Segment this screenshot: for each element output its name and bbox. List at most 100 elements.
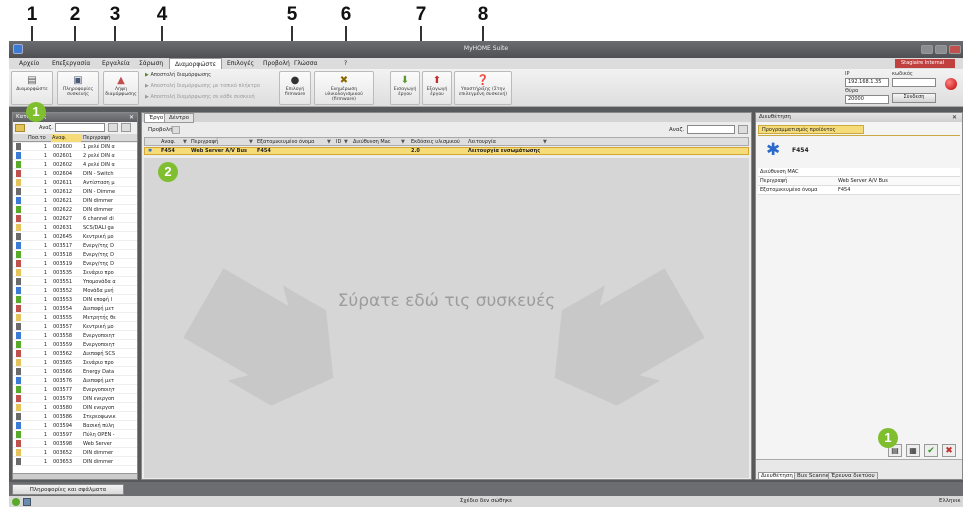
row-qty: 1 bbox=[43, 360, 47, 366]
table-row[interactable]: 1 002645 Κεντρική μο bbox=[13, 233, 137, 241]
table-row[interactable]: 1 003577 Ενεργοποιητ bbox=[13, 386, 137, 394]
device-info-button[interactable]: ▣ Πληροφορίες συσκευής bbox=[57, 71, 99, 105]
code-input[interactable] bbox=[892, 78, 936, 87]
pin-close-icon[interactable]: ✕ bbox=[129, 114, 134, 121]
view-icon[interactable] bbox=[172, 126, 180, 134]
table-row[interactable]: 1 003555 Μετρητής θε bbox=[13, 314, 137, 322]
import-project-button[interactable]: ⬇ Εισαγωγή έργου bbox=[390, 71, 420, 105]
table-row[interactable]: 1 003559 Ενεργοποιητ bbox=[13, 341, 137, 349]
table-row[interactable]: 1 002621 DIN dimmer bbox=[13, 197, 137, 205]
table-row[interactable]: 1 003653 DIN dimmer bbox=[13, 458, 137, 466]
row-desc: DIN - Switch bbox=[83, 171, 114, 177]
menu-view[interactable]: Προβολή bbox=[263, 60, 290, 67]
table-row[interactable]: 1 003554 Διεπαφή μετ bbox=[13, 305, 137, 313]
info-errors-button[interactable]: Πληροφορίες και σφάλματα bbox=[12, 484, 124, 495]
table-row[interactable]: 1 003594 Βασική πύλη bbox=[13, 422, 137, 430]
cancel-icon[interactable]: ✖ bbox=[942, 444, 956, 457]
clear-project-search-icon[interactable] bbox=[738, 125, 748, 134]
table-row[interactable]: 1 002627 6 channel di bbox=[13, 215, 137, 223]
table-row[interactable]: 1 003562 Διεπαφή SCS bbox=[13, 350, 137, 358]
row-desc: Κεντρική μο bbox=[83, 234, 114, 240]
folder-icon[interactable] bbox=[15, 124, 25, 132]
close-button[interactable] bbox=[949, 45, 961, 54]
menu-file[interactable]: Αρχείο bbox=[19, 60, 39, 67]
send-each-device-button[interactable]: ▶ Αποστολή διαμόρφωσης σε κάθε συσκευή bbox=[145, 94, 255, 100]
table-row[interactable]: 1 002602 4 ρελέ DIN α bbox=[13, 161, 137, 169]
table-row[interactable]: 1 003519 Ενεργ/της D bbox=[13, 260, 137, 268]
confirm-icon[interactable]: ✔ bbox=[924, 444, 938, 457]
web-server-icon: ✱ bbox=[766, 140, 781, 160]
property-row[interactable]: Διεύθυνση MAC bbox=[758, 168, 960, 177]
project-search-input[interactable] bbox=[687, 125, 735, 134]
connect-button[interactable]: Σύνδεση bbox=[892, 93, 936, 103]
table-row[interactable]: 1 003553 DIN εποφή Ι bbox=[13, 296, 137, 304]
paste-icon[interactable]: ▦ bbox=[906, 444, 920, 457]
tab-network-search[interactable]: Έρευνα δικτύου bbox=[828, 472, 878, 480]
table-row[interactable]: 1 002612 DIN - Dimme bbox=[13, 188, 137, 196]
view-label[interactable]: Προβολή bbox=[148, 127, 173, 133]
table-row[interactable]: 1 003579 DIN ενεργοπ bbox=[13, 395, 137, 403]
catalog-search-input[interactable] bbox=[55, 123, 105, 132]
table-row[interactable]: 1 003580 DIN ενεργοπ bbox=[13, 404, 137, 412]
menu-tools[interactable]: Εργαλεία bbox=[102, 60, 130, 67]
send-local-button[interactable]: ▶ Αποστολή διαμόρφωσης με τοπικό πλήκτρο bbox=[145, 83, 260, 89]
export-project-button[interactable]: ⬆ Εξαγωγή έργου bbox=[422, 71, 452, 105]
ip-input[interactable]: 192.168.1.35 bbox=[845, 78, 889, 87]
table-row[interactable]: 1 003566 Energy Data bbox=[13, 368, 137, 376]
maximize-button[interactable] bbox=[935, 45, 947, 54]
menu-configure[interactable]: Διαμορφώστε bbox=[169, 58, 223, 69]
catalog-hscrollbar[interactable] bbox=[13, 473, 137, 479]
tab-tree[interactable]: Δέντρο bbox=[164, 113, 194, 123]
row-qty: 1 bbox=[43, 342, 47, 348]
table-row[interactable]: 1 002611 Αντίσταση μ bbox=[13, 179, 137, 187]
table-row[interactable]: 1 003517 Ενεργ/της D bbox=[13, 242, 137, 250]
expand-icon[interactable] bbox=[121, 123, 131, 132]
property-row[interactable]: Εξατομικευμένο όνομα F454 bbox=[758, 186, 960, 195]
menu-edit[interactable]: Επεξεργασία bbox=[52, 60, 90, 67]
table-row[interactable]: 1 002622 DIN dimmer bbox=[13, 206, 137, 214]
table-row[interactable]: 1 002600 1 ρελέ DIN α bbox=[13, 143, 137, 151]
callout-4: 4 bbox=[156, 4, 168, 25]
menu-scan[interactable]: Σάρωση bbox=[139, 60, 163, 67]
firmware-update-button[interactable]: ✖ Ενημέρωση υλικολογισμικού (firmware) bbox=[314, 71, 374, 105]
table-row[interactable]: 1 002631 SCS/DALI ga bbox=[13, 224, 137, 232]
minimize-button[interactable] bbox=[921, 45, 933, 54]
table-row[interactable]: 1 003551 Υπομονάδα α bbox=[13, 278, 137, 286]
table-row[interactable]: 1 003518 Ενεργ/της D bbox=[13, 251, 137, 259]
table-row[interactable]: 1 003652 DIN dimmer bbox=[13, 449, 137, 457]
device-icon bbox=[16, 278, 21, 285]
table-row[interactable]: 1 002604 DIN - Switch bbox=[13, 170, 137, 178]
table-row[interactable]: 1 002601 2 ρελέ DIN α bbox=[13, 152, 137, 160]
table-row[interactable]: 1 003597 Πύλη OPEN - bbox=[13, 431, 137, 439]
table-row[interactable]: 1 003576 Διεπαφή μετ bbox=[13, 377, 137, 385]
clear-search-icon[interactable] bbox=[108, 123, 118, 132]
receive-config-button[interactable]: ▲ Λήψη διαμόρφωσης bbox=[103, 71, 139, 105]
firmware-select-button[interactable]: ● Επιλογή firmware bbox=[279, 71, 311, 105]
drop-area[interactable]: Σύρατε εδώ τις συσκευές bbox=[144, 158, 749, 478]
properties-close-icon[interactable]: ✕ bbox=[952, 114, 957, 121]
table-row[interactable]: 1 003598 Web Server bbox=[13, 440, 137, 448]
tab-configuration[interactable]: Διευθέτηση bbox=[758, 472, 796, 480]
table-row[interactable]: 1 003565 Σενάριο προ bbox=[13, 359, 137, 367]
row-qty: 1 bbox=[43, 198, 47, 204]
table-row[interactable]: 1 003552 Μονάδα μνή bbox=[13, 287, 137, 295]
support-button[interactable]: ❓ Υποστήριξης (Στην επιλεγμένη συσκευή) bbox=[454, 71, 512, 105]
language-status[interactable]: Ελληνικ bbox=[939, 498, 961, 504]
table-row[interactable]: 1 003557 Κεντρική μο bbox=[13, 323, 137, 331]
row-desc: Στερεοφωνικ bbox=[83, 414, 116, 420]
menu-help[interactable]: ? bbox=[344, 60, 347, 67]
row-qty: 1 bbox=[43, 270, 47, 276]
project-row-selected[interactable]: ✱ F454 Web Server A/V Bus F454 2.0 Λειτο… bbox=[144, 147, 749, 155]
configure-button[interactable]: ▤ Διαμορφώστε bbox=[11, 71, 53, 105]
property-row[interactable]: Περιγραφή Web Server A/V Bus bbox=[758, 177, 960, 186]
table-row[interactable]: 1 003586 Στερεοφωνικ bbox=[13, 413, 137, 421]
programming-tab[interactable]: Προγραμματισμός προϊόντος bbox=[758, 125, 864, 134]
connection-status-icon bbox=[945, 78, 957, 90]
port-input[interactable]: 20000 bbox=[845, 95, 889, 104]
menu-options[interactable]: Επιλογές bbox=[227, 60, 254, 67]
send-config-button[interactable]: ▶ Αποστολή διαμόρφωσης bbox=[145, 72, 211, 78]
menu-language[interactable]: Γλώσσα bbox=[294, 60, 317, 67]
table-row[interactable]: 1 003535 Σενάριο προ bbox=[13, 269, 137, 277]
callout-1: 1 bbox=[26, 4, 38, 25]
table-row[interactable]: 1 003558 Ενεργοποιητ bbox=[13, 332, 137, 340]
